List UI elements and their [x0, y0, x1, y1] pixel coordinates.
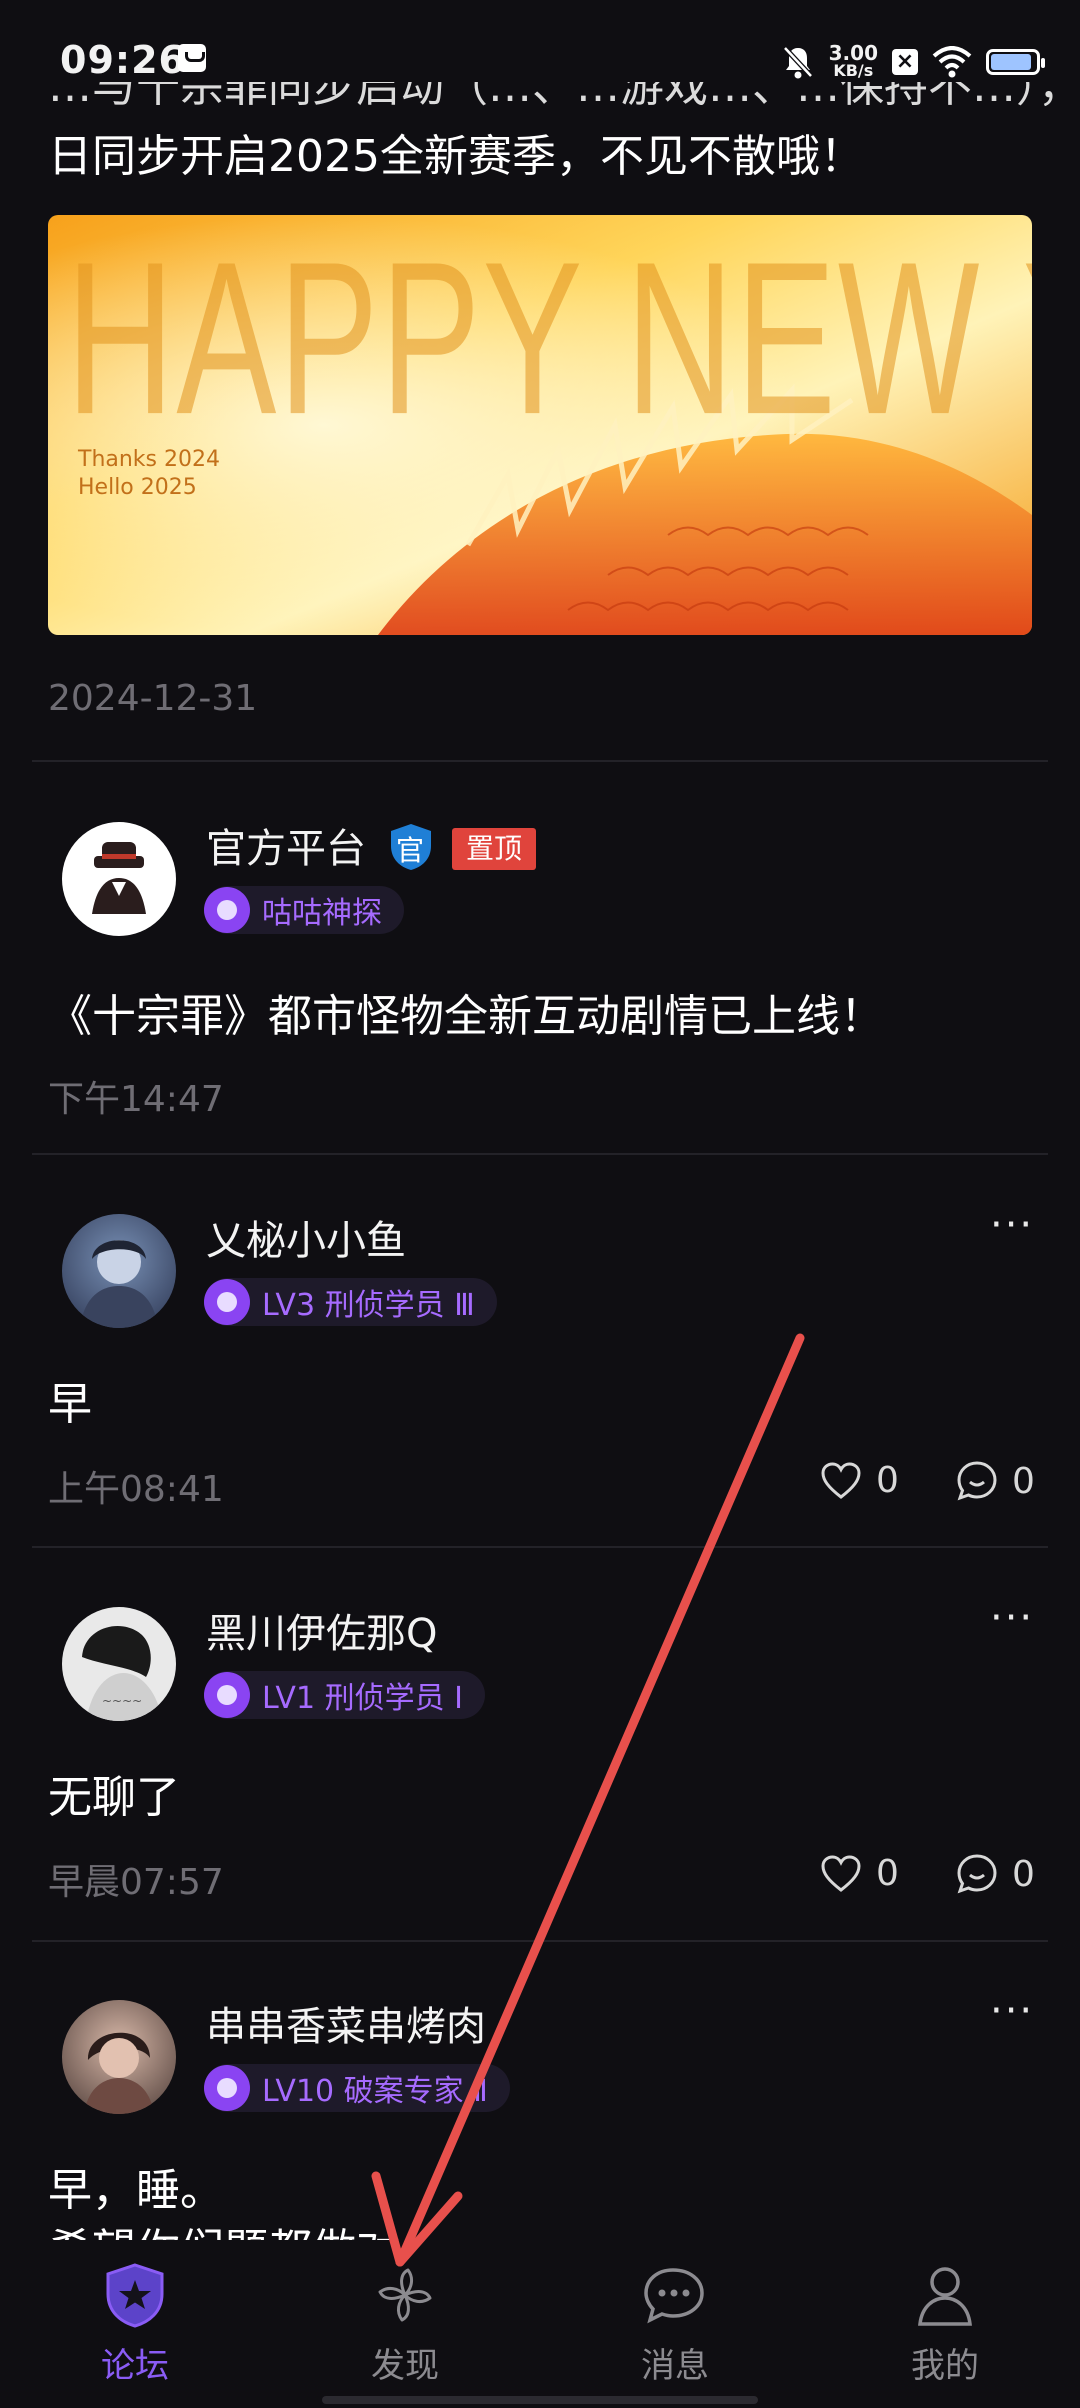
comment-icon [957, 1461, 997, 1501]
avatar[interactable]: ~~~~ [62, 1607, 176, 1721]
network-speed-value: 3.00 [828, 41, 878, 65]
post-text[interactable]: 早，睡。 [48, 2154, 224, 2218]
comment-count: 0 [1012, 1460, 1035, 1502]
new-year-banner[interactable]: HAPPY NEW YEAR Thanks 2024 Hello 2025 [48, 215, 1032, 635]
post-text[interactable]: 早 [48, 1368, 92, 1432]
comment-count: 0 [1012, 1853, 1035, 1895]
home-indicator[interactable] [322, 2396, 758, 2404]
banner-sub1: Thanks 2024 [78, 447, 220, 472]
divider [32, 760, 1048, 762]
tab-label: 论坛 [101, 2346, 169, 2386]
tab-label: 发现 [371, 2346, 439, 2386]
tab-label: 消息 [641, 2346, 709, 2386]
more-options-button[interactable]: ··· [990, 1595, 1034, 1641]
post-username[interactable]: 乂柲小小鱼 [206, 1208, 406, 1266]
user-avatar-icon [84, 2032, 154, 2114]
chat-bubble-icon [644, 2268, 704, 2324]
tab-label: 我的 [911, 2346, 979, 2386]
post-time: 下午14:47 [48, 1079, 224, 1120]
post-official[interactable]: 官方平台 官 置顶 咕咕神探 《十宗罪》都市怪物全新互动剧情已上线！ 下午14:… [0, 800, 1080, 1220]
post-item[interactable]: 串串香菜串烤肉 ··· LV10 破案专家 Ⅱ 早，睡。 希望你们题都做对 [0, 1978, 1080, 2240]
bell-muted-icon [782, 46, 813, 79]
user-avatar-icon: ~~~~ [82, 1626, 162, 1721]
tab-messages[interactable]: 消息 [585, 2260, 765, 2387]
user-title: LV3 刑侦学员 Ⅲ [262, 1288, 475, 1323]
medal-icon [204, 2065, 250, 2111]
post-time: 上午08:41 [48, 1469, 224, 1510]
heart-icon [821, 1461, 861, 1499]
divider [32, 1940, 1048, 1942]
like-button[interactable]: 0 [820, 1460, 899, 1501]
avatar[interactable] [62, 1214, 176, 1328]
comment-icon [957, 1854, 997, 1894]
post-username[interactable]: 官方平台 [206, 816, 366, 874]
like-button[interactable]: 0 [820, 1853, 899, 1894]
comment-button[interactable]: 0 [956, 1460, 1035, 1502]
user-title-badge[interactable]: LV10 破案专家 Ⅱ [204, 2064, 510, 2112]
status-icons: 3.00 KB/s × [781, 40, 1045, 84]
medal-icon [204, 1279, 250, 1325]
post-text-line2[interactable]: 希望你们题都做对 [48, 2214, 400, 2240]
avatar[interactable] [62, 2000, 176, 2114]
divider [32, 1153, 1048, 1155]
post-text[interactable]: 无聊了 [48, 1761, 180, 1825]
pinwheel-icon [378, 2268, 432, 2322]
user-avatar-icon [80, 1240, 158, 1328]
post-item[interactable]: ~~~~ 黑川伊佐那Q ··· LV1 刑侦学员 Ⅰ 无聊了 早晨07:57 0… [0, 1585, 1080, 1977]
like-count: 0 [876, 1460, 899, 1501]
shield-star-icon [106, 2263, 164, 2328]
medal-icon [204, 1672, 250, 1718]
network-speed-unit: KB/s [833, 61, 874, 80]
post-username[interactable]: 黑川伊佐那Q [206, 1601, 437, 1659]
user-title-badge[interactable]: 咕咕神探 [204, 886, 404, 934]
person-icon [918, 2267, 972, 2326]
comment-button[interactable]: 0 [956, 1853, 1035, 1895]
feed[interactable]: …与十宗罪同步启动（…、…游戏…、…保持不…），… 日同步开启2025全新赛季，… [0, 80, 1080, 2240]
avatar[interactable] [62, 822, 176, 936]
post-username[interactable]: 串串香菜串烤肉 [206, 1994, 486, 2052]
close-box-icon: × [892, 49, 918, 75]
banner-title: HAPPY NEW YEAR [66, 215, 1032, 460]
notification-icon [178, 44, 206, 72]
official-badge: 官 [388, 822, 434, 872]
wifi-icon [932, 46, 972, 78]
more-options-button[interactable]: ··· [990, 1202, 1034, 1248]
status-time: 09:26 [60, 38, 186, 82]
svg-text:~~~~: ~~~~ [102, 1694, 142, 1708]
post-item[interactable]: 乂柲小小鱼 ··· LV3 刑侦学员 Ⅲ 早 上午08:41 0 0 [0, 1192, 1080, 1584]
user-title: 咕咕神探 [262, 896, 382, 931]
intro-text-partial: …与十宗罪同步启动（…、…游戏…、…保持不…），… [48, 80, 1080, 112]
battery-icon [986, 49, 1045, 75]
post-text[interactable]: 《十宗罪》都市怪物全新互动剧情已上线！ [48, 980, 884, 1044]
detective-avatar-icon [92, 842, 146, 914]
user-title: LV1 刑侦学员 Ⅰ [262, 1681, 463, 1716]
divider [32, 1546, 1048, 1548]
bottom-tab-bar: 论坛 发现 消息 我的 [0, 2240, 1080, 2408]
user-title-badge[interactable]: LV1 刑侦学员 Ⅰ [204, 1671, 485, 1719]
user-title-badge[interactable]: LV3 刑侦学员 Ⅲ [204, 1278, 497, 1326]
like-count: 0 [876, 1853, 899, 1894]
pinned-tag: 置顶 [452, 828, 537, 870]
post-time: 早晨07:57 [48, 1862, 224, 1903]
medal-icon [204, 887, 250, 933]
heart-icon [821, 1854, 861, 1892]
tab-me[interactable]: 我的 [855, 2260, 1035, 2387]
intro-text: 日同步开启2025全新赛季，不见不散哦！ [48, 131, 864, 182]
tab-forum[interactable]: 论坛 [45, 2260, 225, 2387]
battery-fill [991, 54, 1032, 70]
network-speed: 3.00 KB/s [828, 41, 878, 80]
official-badge-text: 官 [396, 834, 425, 867]
user-title: LV10 破案专家 Ⅱ [262, 2074, 488, 2109]
banner-sub2: Hello 2025 [78, 475, 197, 500]
more-options-button[interactable]: ··· [990, 1988, 1034, 2034]
post-date: 2024-12-31 [48, 678, 258, 719]
tab-discover[interactable]: 发现 [315, 2260, 495, 2387]
